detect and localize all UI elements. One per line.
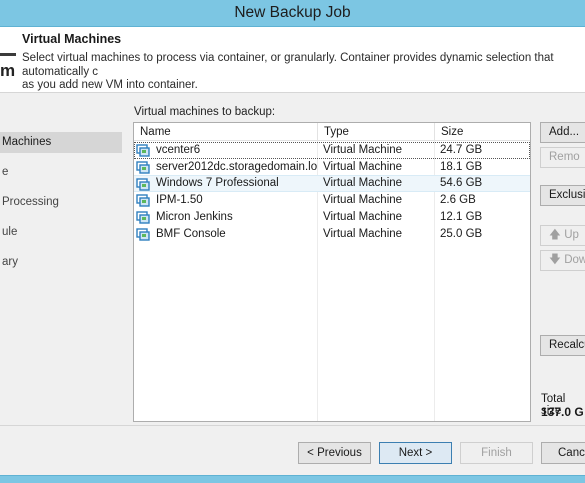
column-header-size[interactable]: Size	[435, 123, 530, 141]
vm-size: 25.0 GB	[440, 228, 483, 240]
vm-type: Virtual Machine	[323, 177, 403, 189]
footer-divider	[0, 425, 585, 426]
vm-list-label: Virtual machines to backup:	[134, 106, 276, 118]
move-up-button[interactable]: 🡅 Up	[540, 225, 585, 246]
vm-size: 24.7 GB	[440, 144, 483, 156]
vm-name: BMF Console	[156, 228, 226, 240]
vm-size: 2.6 GB	[440, 194, 476, 206]
vm-name: IPM-1.50	[156, 194, 203, 206]
table-row[interactable]: vcenter6 Virtual Machine 24.7 GB	[134, 142, 530, 159]
finish-button[interactable]: Finish	[460, 442, 533, 464]
total-size-value: 137.0 G	[541, 405, 584, 419]
arrow-down-icon: 🡇	[549, 254, 561, 266]
next-button[interactable]: Next >	[379, 442, 452, 464]
arrow-up-icon: 🡅	[549, 229, 561, 241]
window-bottom-border	[0, 475, 585, 483]
vm-size: 18.1 GB	[440, 161, 483, 173]
column-header-name[interactable]: Name	[134, 123, 318, 141]
vm-name: Micron Jenkins	[156, 211, 233, 223]
nav-step-virtual-machines[interactable]: Machines	[0, 132, 122, 153]
remove-button[interactable]: Remo	[540, 147, 585, 168]
wizard-steps-nav: Machines e Processing ule ary	[0, 94, 122, 454]
add-button[interactable]: Add...	[540, 122, 585, 143]
vm-type: Virtual Machine	[323, 161, 403, 173]
column-header-type[interactable]: Type	[318, 123, 435, 141]
table-header: Name Type Size	[134, 123, 530, 141]
page-title: Virtual Machines	[22, 32, 122, 46]
move-down-button[interactable]: 🡇 Dow	[540, 250, 585, 271]
previous-button[interactable]: < Previous	[298, 442, 371, 464]
vm-type: Virtual Machine	[323, 211, 403, 223]
table-row[interactable]: Micron Jenkins Virtual Machine 12.1 GB	[134, 209, 530, 226]
vm-name: server2012dc.storagedomain.lo...	[156, 161, 317, 173]
veeam-logo: m	[0, 53, 16, 82]
vm-size: 12.1 GB	[440, 211, 483, 223]
vm-name: vcenter6	[156, 144, 201, 156]
recalculate-button[interactable]: Recalcu	[540, 335, 585, 356]
cancel-button[interactable]: Canc	[541, 442, 585, 464]
table-row[interactable]: Windows 7 Professional Virtual Machine 5…	[134, 175, 530, 192]
nav-step-guest-processing[interactable]: Processing	[0, 192, 122, 213]
table-row[interactable]: server2012dc.storagedomain.lo... Virtual…	[134, 159, 530, 176]
move-down-label: Dow	[564, 254, 585, 266]
nav-step-schedule[interactable]: ule	[0, 222, 122, 243]
vm-name: Windows 7 Professional	[156, 177, 279, 189]
vm-type: Virtual Machine	[323, 144, 403, 156]
move-up-label: Up	[564, 229, 579, 241]
vm-size: 54.6 GB	[440, 177, 483, 189]
vm-type: Virtual Machine	[323, 228, 403, 240]
page-description: Select virtual machines to process via c…	[22, 52, 554, 91]
exclusions-button[interactable]: Exclusio	[540, 185, 585, 206]
vm-type: Virtual Machine	[323, 194, 403, 206]
window-title: New Backup Job	[0, 0, 585, 27]
nav-step-storage[interactable]: e	[0, 162, 122, 183]
nav-step-summary[interactable]: ary	[0, 252, 122, 273]
vm-list-table[interactable]: Name Type Size vcenter6 Virtual Machine …	[133, 122, 531, 422]
table-row[interactable]: IPM-1.50 Virtual Machine 2.6 GB	[134, 192, 530, 209]
table-row[interactable]: BMF Console Virtual Machine 25.0 GB	[134, 226, 530, 243]
